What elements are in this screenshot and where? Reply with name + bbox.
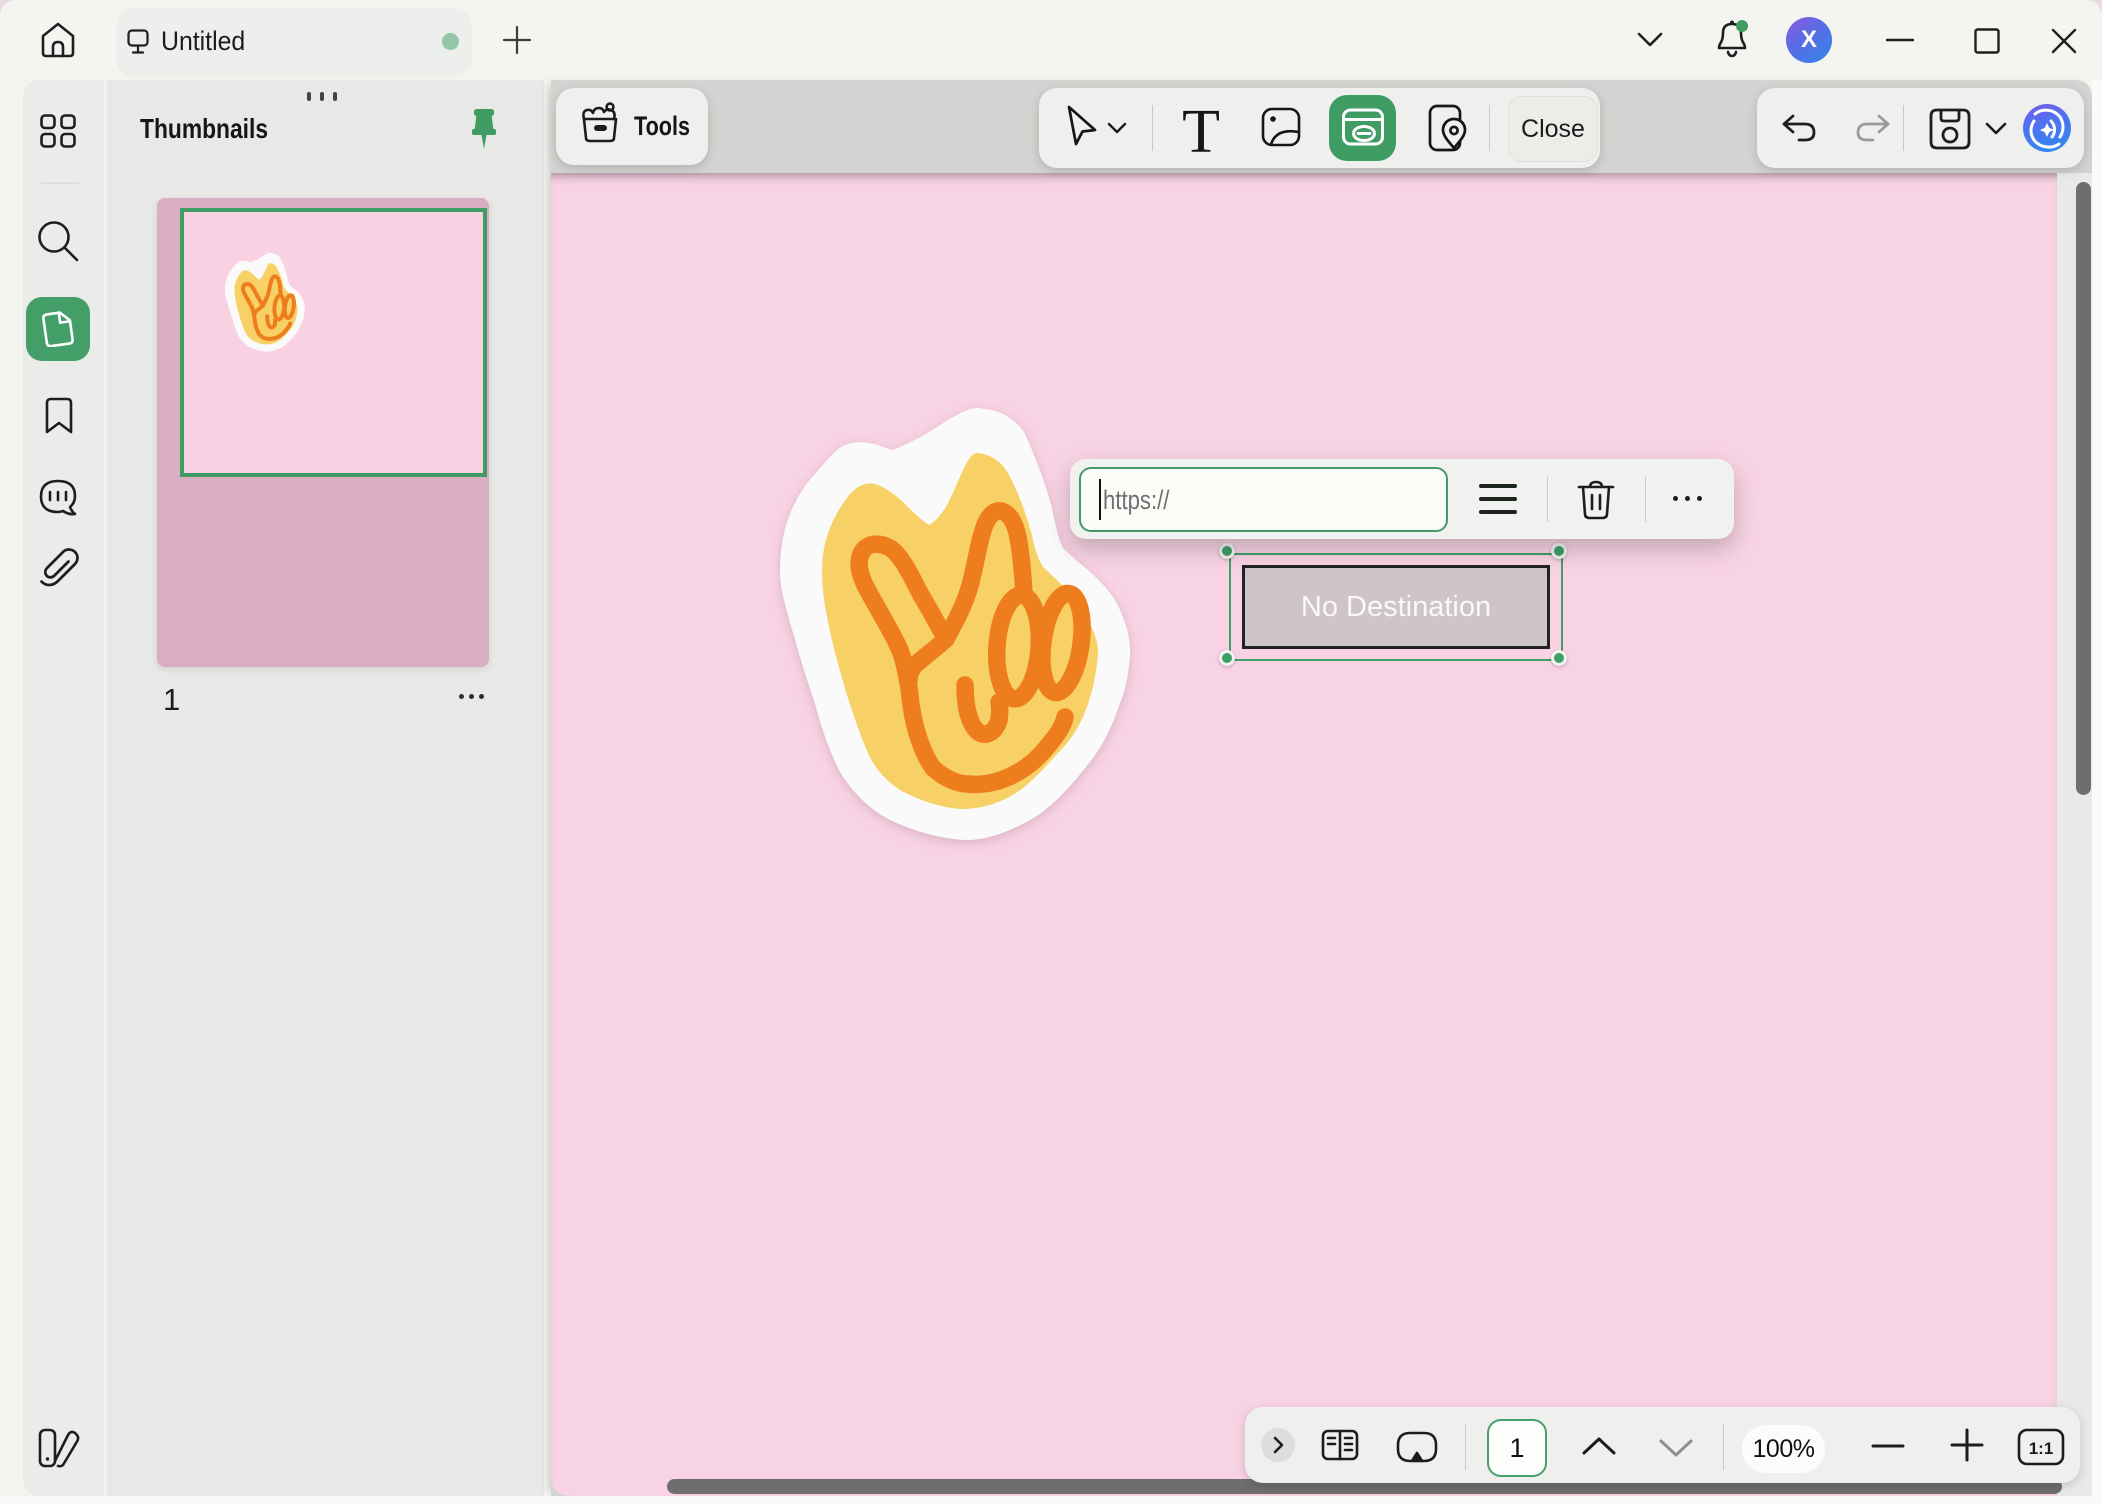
svg-text:1:1: 1:1 bbox=[2029, 1439, 2054, 1458]
